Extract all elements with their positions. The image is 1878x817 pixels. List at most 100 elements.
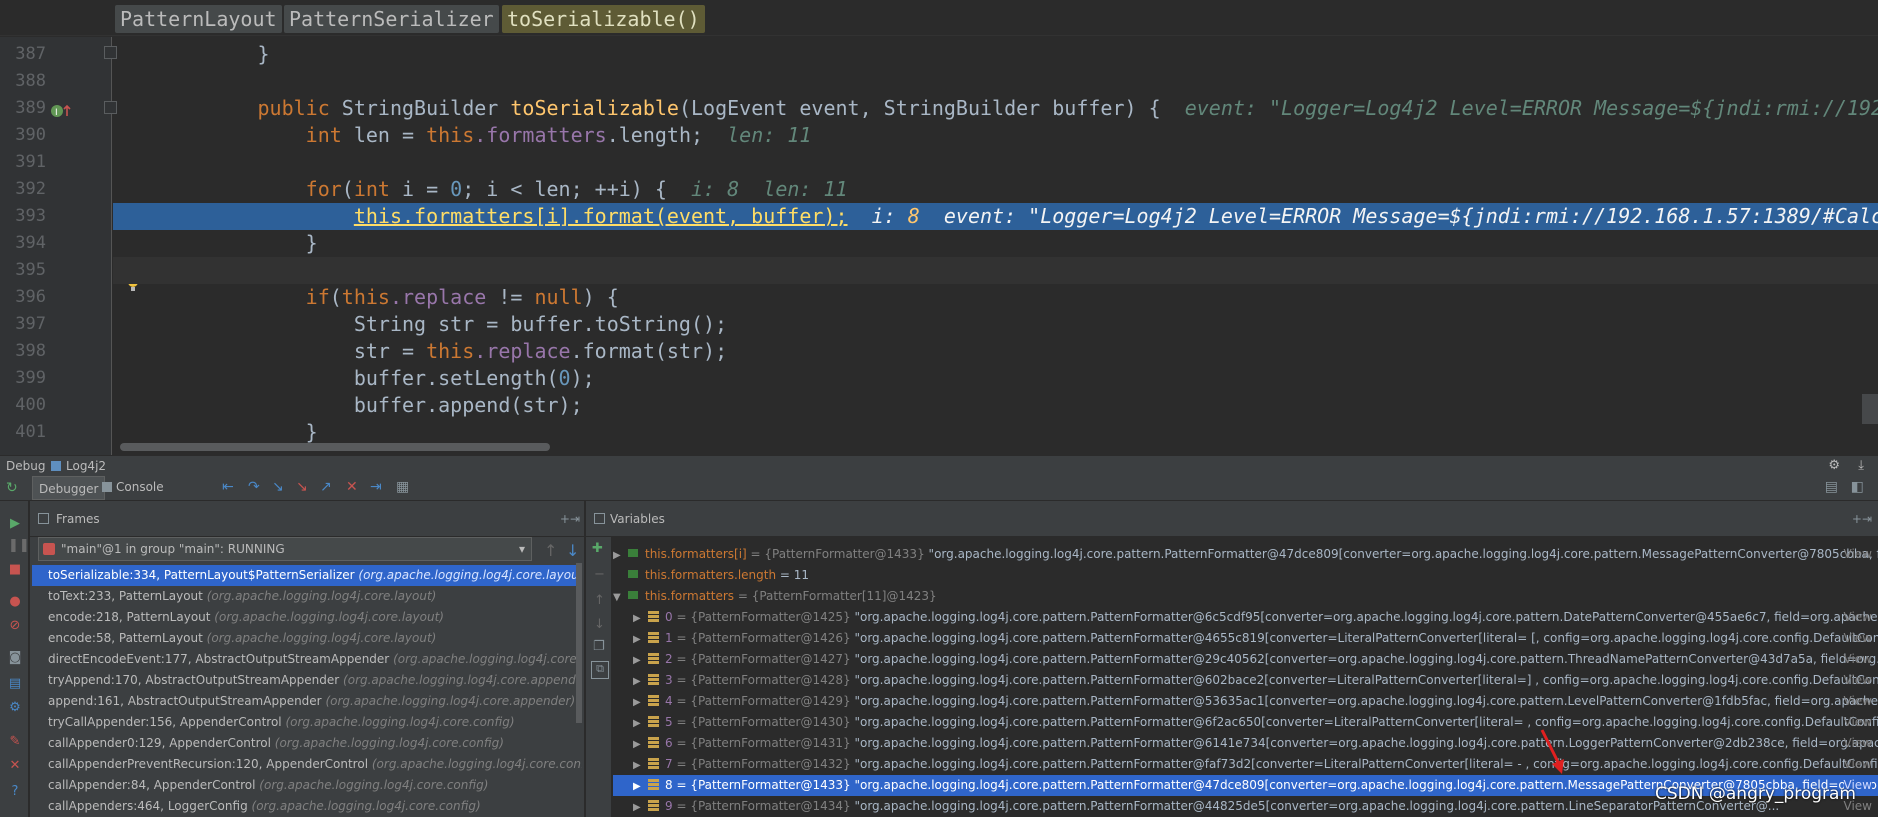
line-number: 390 xyxy=(15,125,46,145)
inline-debug-value: event: "Logger=Log4j2 Level=ERROR Messag… xyxy=(943,204,1878,228)
code-line-400: buffer.append(str); xyxy=(353,393,583,417)
frame-item[interactable]: tryAppend:170, AbstractOutputStreamAppen… xyxy=(32,670,582,691)
array-element-row[interactable]: ▶ 4 = {PatternFormatter@1429} "org.apache… xyxy=(613,691,1878,712)
new-watch-icon[interactable]: ✚ xyxy=(592,541,603,556)
line-number: 401 xyxy=(15,422,46,442)
frame-item[interactable]: encode:218, PatternLayout (org.apache.lo… xyxy=(32,607,582,628)
frame-item[interactable]: callAppenders:464, LoggerConfig (org.apa… xyxy=(32,796,582,817)
line-number: 394 xyxy=(15,233,46,253)
array-element-icon xyxy=(648,800,659,811)
view-breakpoints-icon[interactable]: ● xyxy=(8,595,22,609)
camera-icon[interactable]: ◙ xyxy=(8,651,22,665)
array-element-row[interactable]: ▶ 2 = {PatternFormatter@1427} "org.apache… xyxy=(613,649,1878,670)
array-element-row[interactable]: ▶ 1 = {PatternFormatter@1426} "org.apache… xyxy=(613,628,1878,649)
line-number: 398 xyxy=(15,341,46,361)
code-editor[interactable]: PatternLayout PatternSerializer toSerial… xyxy=(0,0,1878,455)
evaluate-expression-icon[interactable]: ▦ xyxy=(396,479,409,495)
frame-item[interactable]: callAppenderPreventRecursion:120, Append… xyxy=(32,754,582,775)
code-line-399: buffer.setLength(0); xyxy=(353,366,595,390)
vertical-scrollbar[interactable] xyxy=(1862,394,1878,424)
variables-title: Variables xyxy=(610,512,665,526)
copy-icon[interactable]: ❐ xyxy=(593,639,605,654)
step-into-icon[interactable]: ↘ xyxy=(272,479,284,495)
rerun-icon[interactable]: ↻ xyxy=(6,480,18,496)
help-icon[interactable]: ? xyxy=(8,785,22,799)
panel-options-icon[interactable]: +⇥ xyxy=(560,501,580,537)
variable-row[interactable]: ▼ this.formatters = {PatternFormatter[11]… xyxy=(613,586,1878,607)
code-area[interactable]: } public StringBuilder toSerializable(Lo… xyxy=(113,37,1878,455)
frame-item[interactable]: encode:58, PatternLayout (org.apache.log… xyxy=(32,628,582,649)
inline-debug-value: i: 8 xyxy=(691,177,740,201)
layout-icon[interactable]: ▤ xyxy=(8,677,22,691)
settings-icon[interactable]: ◧ xyxy=(1851,479,1864,495)
frame-item[interactable]: directEncodeEvent:177, AbstractOutputStr… xyxy=(32,649,582,670)
resume-icon[interactable]: ▶ xyxy=(8,517,22,531)
code-line-398: str = this.replace.format(str); xyxy=(353,339,728,363)
drop-frame-icon[interactable]: ✕ xyxy=(346,479,358,495)
pin-icon[interactable]: ✎ xyxy=(8,735,22,749)
tab-console[interactable]: Console xyxy=(116,480,164,494)
move-down-icon[interactable]: ↓ xyxy=(594,617,605,632)
frames-scrollbar[interactable] xyxy=(576,563,582,723)
thread-selector[interactable]: "main"@1 in group "main": RUNNING ▾ xyxy=(38,537,532,561)
step-over-icon[interactable]: ↷ xyxy=(248,479,260,495)
line-number: 393 xyxy=(15,206,46,226)
array-element-row[interactable]: ▶ 7 = {PatternFormatter@1432} "org.apache… xyxy=(613,754,1878,775)
horizontal-scrollbar[interactable] xyxy=(120,443,550,451)
code-line-397: String str = buffer.toString(); xyxy=(353,312,728,336)
array-element-row[interactable]: ▶ 6 = {PatternFormatter@1431} "org.apache… xyxy=(613,733,1878,754)
array-element-icon xyxy=(648,653,659,664)
array-element-row[interactable]: ▶ 5 = {PatternFormatter@1430} "org.apache… xyxy=(613,712,1878,733)
array-element-row[interactable]: ▶ 0 = {PatternFormatter@1425} "org.apache… xyxy=(613,607,1878,628)
watermark: CSDN @angry_program xyxy=(1655,784,1856,804)
execution-point-line: this.formatters[i].format(event, buffer)… xyxy=(113,203,1878,230)
frame-item[interactable]: callAppender0:129, AppenderControl (org.… xyxy=(32,733,582,754)
restore-layout-icon[interactable]: ▤ xyxy=(1825,479,1838,495)
frame-item[interactable]: toSerializable:334, PatternLayout$Patter… xyxy=(32,565,582,586)
code-line-390: int len = this.formatters.length; len: 1… xyxy=(305,123,812,147)
frame-down-icon[interactable]: ↓ xyxy=(566,541,579,560)
hide-icon[interactable]: ⤓ xyxy=(1858,456,1864,476)
frame-item[interactable]: toText:233, PatternLayout (org.apache.lo… xyxy=(32,586,582,607)
settings-gear-icon[interactable]: ⚙ xyxy=(8,701,22,715)
inline-debug-value: len: 11 xyxy=(727,123,812,147)
frame-item[interactable]: callAppender:84, AppenderControl (org.ap… xyxy=(32,775,582,796)
override-method-icon[interactable]: I xyxy=(50,103,72,119)
frame-item[interactable]: tryCallAppender:156, AppenderControl (or… xyxy=(32,712,582,733)
panel-options-icon[interactable]: +⇥ xyxy=(1852,501,1872,537)
line-number: 392 xyxy=(15,179,46,199)
breadcrumb-item-toserializable[interactable]: toSerializable() xyxy=(502,5,705,33)
gear-icon[interactable]: ⚙ xyxy=(1828,456,1840,476)
line-number: 397 xyxy=(15,314,46,334)
tab-debugger[interactable]: Debugger xyxy=(32,476,106,500)
remove-watch-icon[interactable]: − xyxy=(594,567,605,582)
force-step-into-icon[interactable]: ↘ xyxy=(296,479,308,495)
array-element-icon xyxy=(648,611,659,622)
watches-toggle-icon[interactable]: ⧉ xyxy=(591,661,609,679)
run-config-name[interactable]: Log4j2 xyxy=(66,456,106,476)
mute-breakpoints-icon[interactable]: ⊘ xyxy=(8,619,22,633)
step-out-icon[interactable]: ↗ xyxy=(320,479,332,495)
show-execution-point-icon[interactable]: ⇤ xyxy=(222,479,234,495)
code-line-401: } xyxy=(305,420,318,444)
variable-row[interactable]: ▶ this.formatters[i] = {PatternFormatter@… xyxy=(613,544,1878,565)
array-element-icon xyxy=(648,779,659,790)
close-icon[interactable]: ✕ xyxy=(8,759,22,773)
move-up-icon[interactable]: ↑ xyxy=(594,593,605,608)
frame-item[interactable]: append:161, AbstractOutputStreamAppender… xyxy=(32,691,582,712)
array-element-row[interactable]: ▶ 3 = {PatternFormatter@1428} "org.apache… xyxy=(613,670,1878,691)
debug-title: Debug xyxy=(6,459,46,473)
line-number: 395 xyxy=(15,260,46,280)
variables-header: Variables +⇥ xyxy=(586,501,1878,537)
thread-icon xyxy=(43,543,55,555)
frame-up-icon[interactable]: ↑ xyxy=(544,541,557,560)
run-to-cursor-icon[interactable]: ⇥ xyxy=(370,479,382,495)
frames-panel: Frames +⇥ "main"@1 in group "main": RUNN… xyxy=(30,501,598,817)
stop-icon[interactable]: ■ xyxy=(8,563,22,577)
line-number-gutter[interactable]: 387 388 389 390 391 392 393 394 395 396 … xyxy=(0,37,138,455)
pause-icon[interactable]: ❚❚ xyxy=(8,539,30,553)
breadcrumb-item-patternlayout[interactable]: PatternLayout xyxy=(115,5,282,33)
variable-row[interactable]: this.formatters.length = 11 xyxy=(613,565,1878,586)
breadcrumb-item-patternserializer[interactable]: PatternSerializer xyxy=(284,5,499,33)
